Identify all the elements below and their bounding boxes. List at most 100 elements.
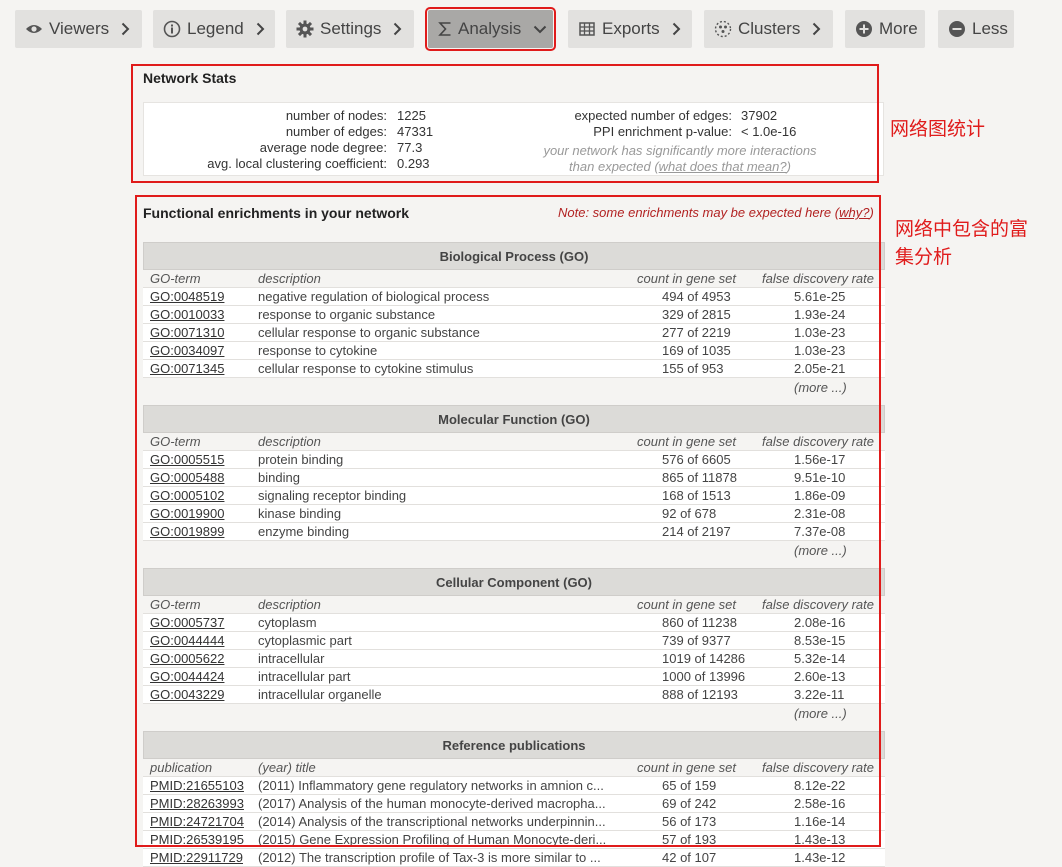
more-link[interactable]: (more ...) <box>794 541 847 561</box>
more-label: More <box>879 19 918 38</box>
term-link[interactable]: PMID:28263993 <box>150 795 244 812</box>
table-columns: publication (year) title count in gene set… <box>143 759 885 777</box>
term-description: cytoplasm <box>258 615 317 630</box>
table-row: GO:0071310 cellular response to organic s… <box>143 324 885 342</box>
term-link[interactable]: GO:0044424 <box>150 668 224 685</box>
chevron-right-icon <box>812 22 821 36</box>
term-link[interactable]: GO:0048519 <box>150 288 224 305</box>
table-row: PMID:21655103 (2011) Inflammatory gene re… <box>143 777 885 795</box>
table-row: GO:0005515 protein binding 576 of 6605 1.56… <box>143 451 885 469</box>
term-link[interactable]: GO:0019899 <box>150 523 224 540</box>
term-link[interactable]: GO:0071345 <box>150 360 224 377</box>
column-header: (year) title <box>258 760 316 775</box>
table-row: GO:0019900 kinase binding 92 of 678 2.31e-0… <box>143 505 885 523</box>
term-link[interactable]: GO:0010033 <box>150 306 224 323</box>
stat-label: expected number of edges: <box>574 108 732 123</box>
chevron-down-icon <box>533 25 547 34</box>
stat-value: 1225 <box>397 108 426 123</box>
term-link[interactable]: GO:0005622 <box>150 650 224 667</box>
column-header: description <box>258 434 321 449</box>
term-count: 277 of 2219 <box>662 325 731 340</box>
stat-row-edges: number of edges: 47331 PPI enrichment p-… <box>144 124 885 140</box>
column-header: false discovery rate <box>762 271 874 286</box>
less-label: Less <box>972 19 1008 38</box>
ppi-note: your network has significantly more inte… <box>520 143 840 175</box>
less-button[interactable]: Less <box>938 10 1014 48</box>
term-link[interactable]: GO:0019900 <box>150 505 224 522</box>
stat-label: number of nodes: <box>285 108 387 123</box>
settings-button[interactable]: Settings <box>286 10 414 48</box>
stat-value: 77.3 <box>397 140 423 155</box>
table-row: PMID:24721704 (2014) Analysis of the tran… <box>143 813 885 831</box>
term-link[interactable]: GO:0005102 <box>150 487 224 504</box>
more-button[interactable]: More <box>845 10 925 48</box>
clusters-button[interactable]: Clusters <box>704 10 833 48</box>
what-does-that-mean-link[interactable]: what does that mean? <box>659 159 787 174</box>
ppi-note-line1: your network has significantly more inte… <box>543 143 817 158</box>
term-description: kinase binding <box>258 506 342 521</box>
table-heading: Molecular Function (GO) <box>143 405 885 433</box>
enrichment-table: Cellular Component (GO) GO-term descriptio… <box>143 568 885 724</box>
term-count: 56 of 173 <box>662 814 717 829</box>
term-description: cellular response to organic substance <box>258 325 480 340</box>
chevron-right-icon <box>672 22 681 36</box>
stat-value: 47331 <box>397 124 434 139</box>
term-description: (2011) Inflammatory gene regulatory netw… <box>258 778 604 793</box>
table-heading: Biological Process (GO) <box>143 242 885 270</box>
minus-circle-icon <box>948 20 966 38</box>
term-link[interactable]: GO:0005737 <box>150 614 224 631</box>
term-description: response to organic substance <box>258 307 436 322</box>
eye-icon <box>25 20 43 38</box>
term-fdr: 1.16e-14 <box>794 814 846 829</box>
term-link[interactable]: GO:0005488 <box>150 469 224 486</box>
term-description: intracellular <box>258 651 325 666</box>
exports-button[interactable]: Exports <box>568 10 692 48</box>
term-count: 155 of 953 <box>662 361 724 376</box>
stat-value: < 1.0e-16 <box>741 124 797 139</box>
term-fdr: 3.22e-11 <box>794 687 845 702</box>
clusters-label: Clusters <box>738 19 801 38</box>
table-row: GO:0005622 intracellular 1019 of 14286 5.32… <box>143 650 885 668</box>
chevron-right-icon <box>393 22 402 36</box>
why-link[interactable]: why? <box>839 205 869 220</box>
term-count: 576 of 6605 <box>662 452 731 467</box>
column-header: count in gene set <box>637 760 737 775</box>
term-fdr: 2.08e-16 <box>794 615 846 630</box>
column-header: count in gene set <box>637 597 737 612</box>
gear-icon <box>296 20 314 38</box>
network-stats-title: Network Stats <box>143 70 237 86</box>
enrichment-annotation-line1: 网络中包含的富 <box>895 218 1029 240</box>
term-link[interactable]: PMID:26539195 <box>150 831 244 848</box>
term-description: cellular response to cytokine stimulus <box>258 361 474 376</box>
term-description: signaling receptor binding <box>258 488 407 503</box>
term-link[interactable]: PMID:24721704 <box>150 813 244 830</box>
term-fdr: 9.51e-10 <box>794 470 846 485</box>
table-columns: GO-term description count in gene set false… <box>143 433 885 451</box>
term-link[interactable]: GO:0034097 <box>150 342 224 359</box>
legend-button[interactable]: Legend <box>153 10 275 48</box>
ppi-note-end: ) <box>786 159 791 174</box>
column-header: false discovery rate <box>762 434 874 449</box>
more-row: (more ...) <box>143 704 885 724</box>
term-link[interactable]: GO:0044444 <box>150 632 224 649</box>
table-row: GO:0048519 negative regulation of biologi… <box>143 288 885 306</box>
term-count: 888 of 12193 <box>662 687 738 702</box>
term-count: 69 of 242 <box>662 796 717 811</box>
term-fdr: 7.37e-08 <box>794 524 846 539</box>
toolbar: Viewers Legend Settings Analysis Exports… <box>0 0 1062 60</box>
enrichment-note-end: ) <box>869 205 874 220</box>
more-link[interactable]: (more ...) <box>794 378 847 398</box>
column-header: publication <box>150 760 213 775</box>
analysis-button[interactable]: Analysis <box>425 7 556 51</box>
term-link[interactable]: GO:0071310 <box>150 324 224 341</box>
more-row: (more ...) <box>143 378 885 398</box>
term-link[interactable]: GO:0043229 <box>150 686 224 703</box>
term-fdr: 5.32e-14 <box>794 651 846 666</box>
more-link[interactable]: (more ...) <box>794 704 847 724</box>
term-link[interactable]: GO:0005515 <box>150 451 224 468</box>
sigma-icon <box>438 20 452 38</box>
ppi-note-line2: than expected (what does that mean?) <box>520 159 840 175</box>
term-link[interactable]: PMID:21655103 <box>150 777 244 794</box>
viewers-button[interactable]: Viewers <box>15 10 142 48</box>
term-description: (2014) Analysis of the transcriptional n… <box>258 814 606 829</box>
